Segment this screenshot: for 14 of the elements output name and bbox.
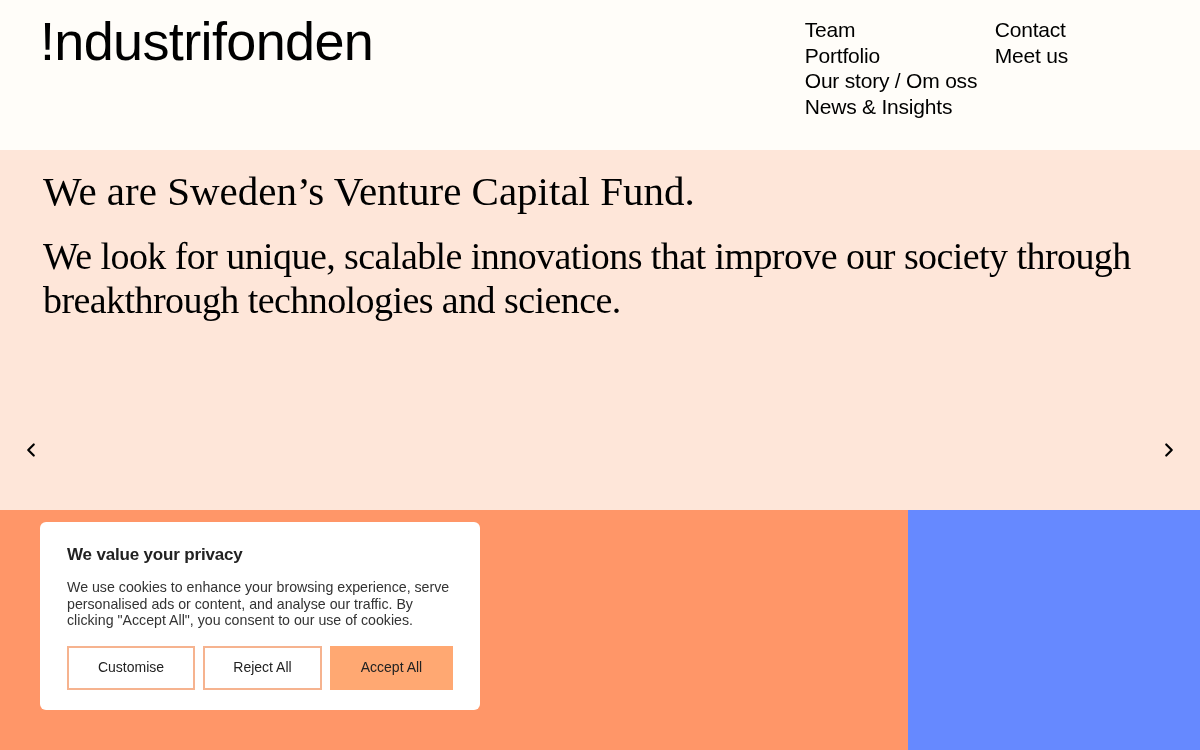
- hero-heading: We are Sweden’s Venture Capital Fund.: [43, 168, 695, 214]
- nav-link[interactable]: Meet us: [994, 42, 1068, 68]
- hero-text: We look for unique, scalable innovations that improve our society through breakthrough technologies and science.: [43, 234, 1132, 322]
- consent-button[interactable]: Customise: [67, 645, 195, 690]
- nav-link[interactable]: Our story / Om oss: [804, 68, 978, 94]
- logo[interactable]: !ndustrifonden: [40, 11, 374, 71]
- consent-button[interactable]: Reject All: [203, 645, 322, 690]
- banner-title: We value your privacy: [67, 544, 243, 566]
- banner-text: We use cookies to enhance your browsing experience, serve personalised ads or content, and analyse our traffic. By clicking "Accept All", you consent to our use of cookies.: [67, 579, 451, 629]
- consent-button[interactable]: Accept All: [330, 645, 453, 690]
- nav-link[interactable]: News & Insights: [804, 93, 953, 119]
- nav-link[interactable]: Team: [804, 17, 856, 43]
- nav-link[interactable]: Portfolio: [804, 42, 880, 68]
- nav-link[interactable]: Contact: [994, 17, 1066, 43]
